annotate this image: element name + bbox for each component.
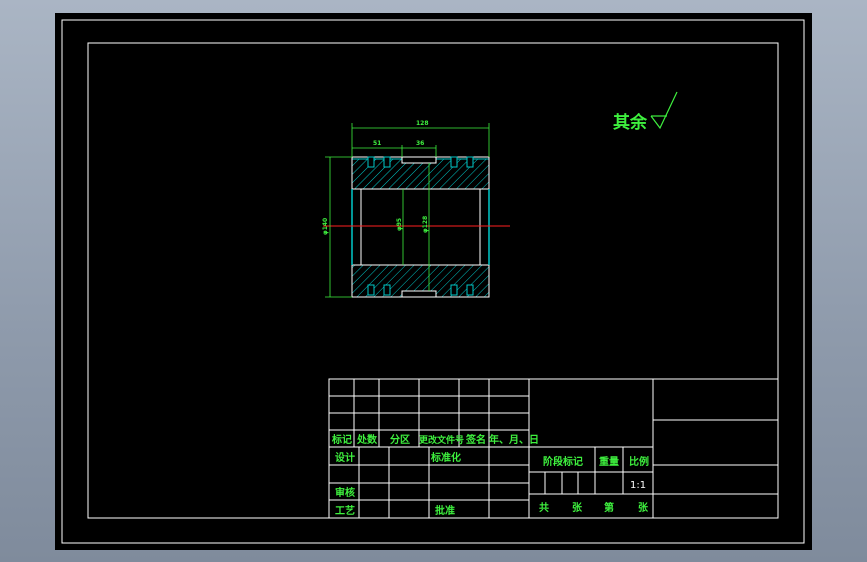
dim-overall-length-label: 128 xyxy=(416,120,429,127)
bottom-slot-1 xyxy=(367,284,375,296)
hdr-change-doc: 更改文件号 xyxy=(419,434,464,446)
top-slot-3 xyxy=(450,156,458,168)
dim-groove-label: 36 xyxy=(416,140,424,147)
label-sheets: 张 xyxy=(572,501,583,514)
label-approve: 批准 xyxy=(435,504,455,517)
top-slot-1 xyxy=(367,156,375,168)
surface-finish-label: 其余 xyxy=(613,112,648,133)
bottom-slot-2 xyxy=(383,284,391,296)
top-groove xyxy=(401,156,437,164)
scale-value: 1:1 xyxy=(630,480,646,491)
label-design: 设计 xyxy=(335,451,355,464)
label-scale: 比例 xyxy=(629,455,649,468)
label-standardization: 标准化 xyxy=(430,451,461,464)
bore-outline xyxy=(351,188,490,266)
label-total: 共 xyxy=(539,501,549,514)
top-slot-4 xyxy=(466,156,474,168)
hdr-signature: 签名 xyxy=(465,433,486,446)
label-process: 工艺 xyxy=(335,504,355,517)
bottom-slot-3 xyxy=(450,284,458,296)
revision-headers: 标记 处数 分区 更改文件号 签名 年、月、日 xyxy=(331,433,539,446)
surface-finish-symbol xyxy=(650,91,678,130)
label-stage-mark: 阶段标记 xyxy=(543,455,583,468)
dim-inner-label: φ128 xyxy=(422,216,429,233)
dim-outer-diameter-label: φ140 xyxy=(322,218,329,235)
label-weight: 重量 xyxy=(599,455,619,468)
drawing-canvas: 其余 128 51 36 φ140 φ95 φ128 标记 处数 分区 更改文件… xyxy=(55,13,812,550)
dim-bore-label: φ95 xyxy=(396,218,403,231)
dim-left-step-label: 51 xyxy=(373,140,381,147)
label-number: 第 xyxy=(604,501,614,514)
top-slot-2 xyxy=(383,156,391,168)
dim-outer-diameter xyxy=(325,156,352,298)
bottom-slot-4 xyxy=(466,284,474,296)
label-review: 审核 xyxy=(335,486,355,499)
label-sheet: 张 xyxy=(638,501,649,514)
cad-drawing: 其余 128 51 36 φ140 φ95 φ128 标记 处数 分区 更改文件… xyxy=(61,19,805,544)
hdr-mark: 标记 xyxy=(331,433,352,446)
hdr-zone: 分区 xyxy=(390,433,410,446)
hdr-date: 年、月、日 xyxy=(489,433,539,446)
title-block xyxy=(328,378,779,519)
bottom-groove xyxy=(401,290,437,298)
part-section-view: 128 51 36 φ140 φ95 φ128 xyxy=(322,120,510,298)
hdr-count: 处数 xyxy=(356,433,378,446)
